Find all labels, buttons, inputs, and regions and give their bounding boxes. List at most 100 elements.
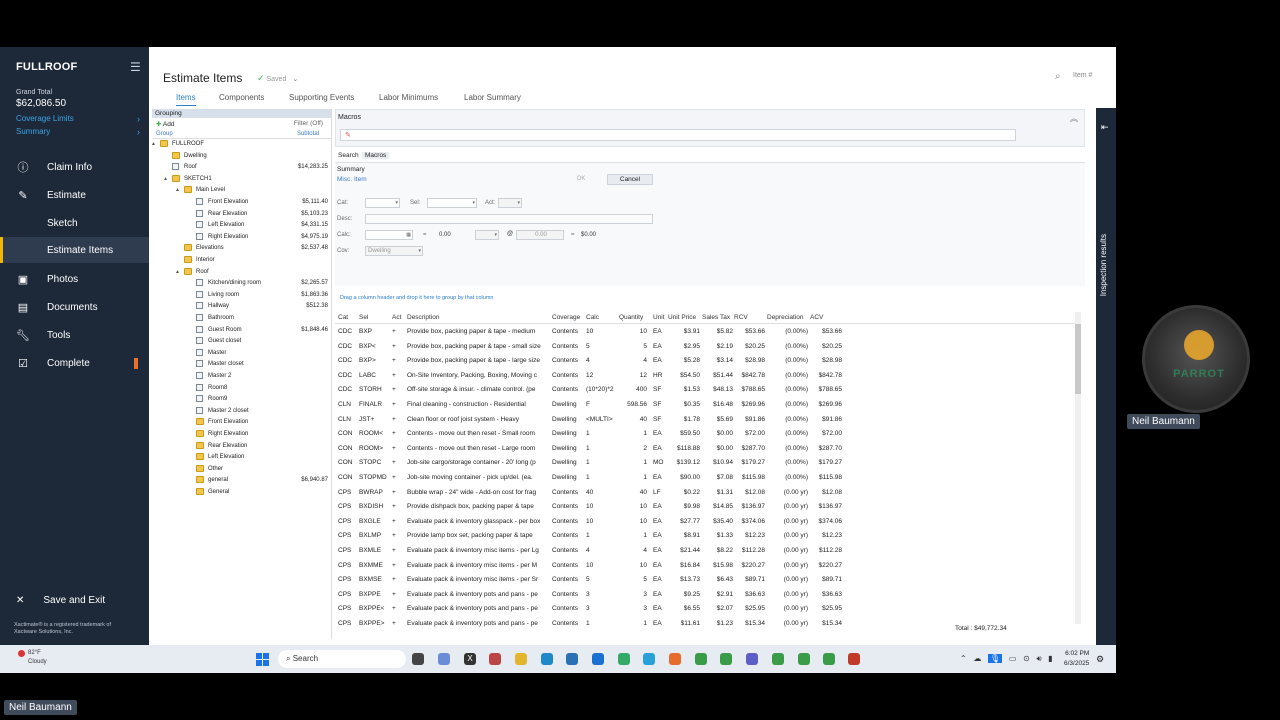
notifications-icon[interactable]: ⚙: [1096, 654, 1104, 665]
sel-select[interactable]: ▾: [427, 198, 477, 208]
column-header[interactable]: Unit Price: [668, 314, 704, 321]
tree-node[interactable]: Rear Elevation $5,103.23: [156, 209, 328, 220]
tree-node[interactable]: Front Elevation: [156, 417, 328, 428]
expand-toggle-icon[interactable]: ▲: [175, 187, 180, 193]
column-header[interactable]: Act: [392, 314, 408, 321]
column-header[interactable]: Calc: [586, 314, 622, 321]
saved-status[interactable]: ✓ Saved ⌄: [257, 73, 298, 84]
tree-node[interactable]: Master closet: [156, 359, 328, 370]
nav-tools[interactable]: 🔧︎ Tools: [0, 322, 149, 348]
unit-select[interactable]: ▾: [475, 230, 499, 240]
coverage-select[interactable]: Dwelling ▾: [365, 246, 423, 256]
unit-price-input[interactable]: 0.00: [516, 230, 564, 240]
table-row[interactable]: CON ROOM< + Contents - move out then reset …: [335, 427, 1079, 442]
chrome-icon[interactable]: [695, 653, 707, 665]
table-row[interactable]: CLN JST+ + Clean floor or roof joist system…: [335, 413, 1079, 428]
tree-node[interactable]: Right Elevation: [156, 429, 328, 440]
weather-widget[interactable]: 82°F Cloudy: [14, 649, 47, 667]
table-row[interactable]: CPS BXDISH + Provide dishpack box, packing …: [335, 500, 1079, 515]
edge-icon[interactable]: [541, 653, 553, 665]
tree-node[interactable]: Left Elevation: [156, 452, 328, 463]
cancel-button[interactable]: Cancel: [607, 174, 653, 185]
collapse-menu-icon[interactable]: ☰: [130, 60, 141, 74]
app-icon-1[interactable]: [438, 653, 450, 665]
tree-node[interactable]: ▲ SKETCH1: [156, 174, 328, 185]
column-header[interactable]: Depreciation: [767, 314, 812, 321]
column-header[interactable]: Sel: [359, 314, 395, 321]
nav-sketch[interactable]: Sketch: [0, 210, 149, 236]
tree-node[interactable]: Room8: [156, 383, 328, 394]
coverage-limits-link[interactable]: Coverage Limits ›: [16, 114, 140, 124]
tree-node[interactable]: ▲ Main Level: [156, 185, 328, 196]
nav-estimate-items[interactable]: Estimate Items: [0, 237, 149, 263]
macro-input[interactable]: ✎: [340, 129, 1016, 141]
table-row[interactable]: CDC STORH + Off-site storage & insur. - cli…: [335, 383, 1079, 398]
table-row[interactable]: CLN FINALR + Final cleaning - construction …: [335, 398, 1079, 413]
column-header[interactable]: Cat: [338, 314, 360, 321]
file-explorer-icon[interactable]: [515, 653, 527, 665]
column-header[interactable]: ACV: [810, 314, 846, 321]
search-icon[interactable]: ⌕: [1055, 71, 1061, 82]
tree-node[interactable]: Master: [156, 348, 328, 359]
xactimate-icon[interactable]: X: [464, 653, 476, 665]
column-header[interactable]: Coverage: [552, 314, 588, 321]
inspection-results-panel[interactable]: ⇤ Inspection results: [1096, 108, 1116, 645]
tab-items[interactable]: Items: [176, 93, 196, 106]
tree-node[interactable]: Elevations $2,537.48: [156, 243, 328, 254]
app-icon-4[interactable]: [618, 653, 630, 665]
windows-start-icon[interactable]: [256, 653, 269, 666]
table-row[interactable]: CDC BXP< + Provide box, packing paper & tap…: [335, 340, 1079, 355]
column-group[interactable]: Group: [156, 131, 173, 137]
tree-node[interactable]: Room9: [156, 394, 328, 405]
expand-toggle-icon[interactable]: ▲: [163, 176, 168, 182]
tree-node[interactable]: Rear Elevation: [156, 441, 328, 452]
item-number-search[interactable]: Item #: [1073, 72, 1092, 79]
tree-node[interactable]: Roof $14,283.25: [156, 162, 328, 173]
tab-labor-summary[interactable]: Labor Summary: [464, 93, 521, 102]
column-subtotal[interactable]: Subtotal: [297, 131, 319, 137]
nav-photos[interactable]: ▣ Photos: [0, 266, 149, 292]
nav-claim-info[interactable]: ⓘ Claim Info: [0, 154, 149, 180]
filter-toggle[interactable]: Filter (Off): [294, 120, 323, 127]
tree-node[interactable]: Master 2 closet: [156, 406, 328, 417]
tree-node[interactable]: Right Elevation $4,975.19: [156, 232, 328, 243]
table-row[interactable]: CON STOPC + Job-site cargo/storage containe…: [335, 456, 1079, 471]
chrome-icon-3[interactable]: [772, 653, 784, 665]
column-header[interactable]: Description: [407, 314, 552, 321]
column-header[interactable]: Sales Tax: [702, 314, 737, 321]
table-row[interactable]: CPS BXGLE + Evaluate pack & inventory glass…: [335, 515, 1079, 530]
tree-node[interactable]: Guest closet: [156, 336, 328, 347]
add-group-button[interactable]: ✚ Add: [156, 120, 174, 128]
tree-node[interactable]: ▲ FULLROOF: [151, 139, 328, 150]
act-select[interactable]: ▾: [498, 198, 522, 208]
table-row[interactable]: CDC BXP> + Provide box, packing paper & tap…: [335, 354, 1079, 369]
table-row[interactable]: CON STOPMD + Job-site moving container - pi…: [335, 471, 1079, 486]
column-header[interactable]: Quantity: [619, 314, 651, 321]
tree-node[interactable]: General: [156, 487, 328, 498]
tree-node[interactable]: Front Elevation $5,111.40: [156, 197, 328, 208]
misc-item-link[interactable]: Misc. Item: [337, 176, 367, 183]
tree-node[interactable]: ▲ Roof: [156, 267, 328, 278]
nav-estimate[interactable]: ✎ Estimate: [0, 182, 149, 208]
chrome-icon-5[interactable]: [823, 653, 835, 665]
subtab-macros[interactable]: Macros: [362, 152, 390, 159]
scrollbar-thumb[interactable]: [1075, 324, 1081, 394]
tree-node[interactable]: Hallway $512.38: [156, 301, 328, 312]
ok-button[interactable]: OK: [570, 174, 592, 185]
chrome-icon-2[interactable]: [720, 653, 732, 665]
app-icon-3[interactable]: [592, 653, 604, 665]
grid-scrollbar[interactable]: [1075, 312, 1081, 624]
mic-icon[interactable]: 🎙︎: [988, 654, 1003, 663]
app-icon-2[interactable]: [489, 653, 501, 665]
collapse-up-icon[interactable]: ︽: [1070, 113, 1078, 124]
desc-input[interactable]: [365, 214, 653, 224]
cat-select[interactable]: ▾: [365, 198, 400, 208]
tree-node[interactable]: Left Elevation $4,331.15: [156, 220, 328, 231]
summary-link[interactable]: Summary ›: [16, 127, 140, 137]
save-and-exit-button[interactable]: ✕ Save and Exit: [0, 595, 149, 606]
system-tray[interactable]: ⌃ ☁ 🎙︎ ▭ ⊙ 🔊︎ ▮: [960, 654, 1053, 664]
table-row[interactable]: CON ROOM> + Contents - move out then reset …: [335, 442, 1079, 457]
table-row[interactable]: CDC BXP + Provide box, packing paper & tape…: [335, 325, 1079, 340]
tab-supporting-events[interactable]: Supporting Events: [289, 93, 354, 102]
tree-node[interactable]: Dwelling: [156, 151, 328, 162]
